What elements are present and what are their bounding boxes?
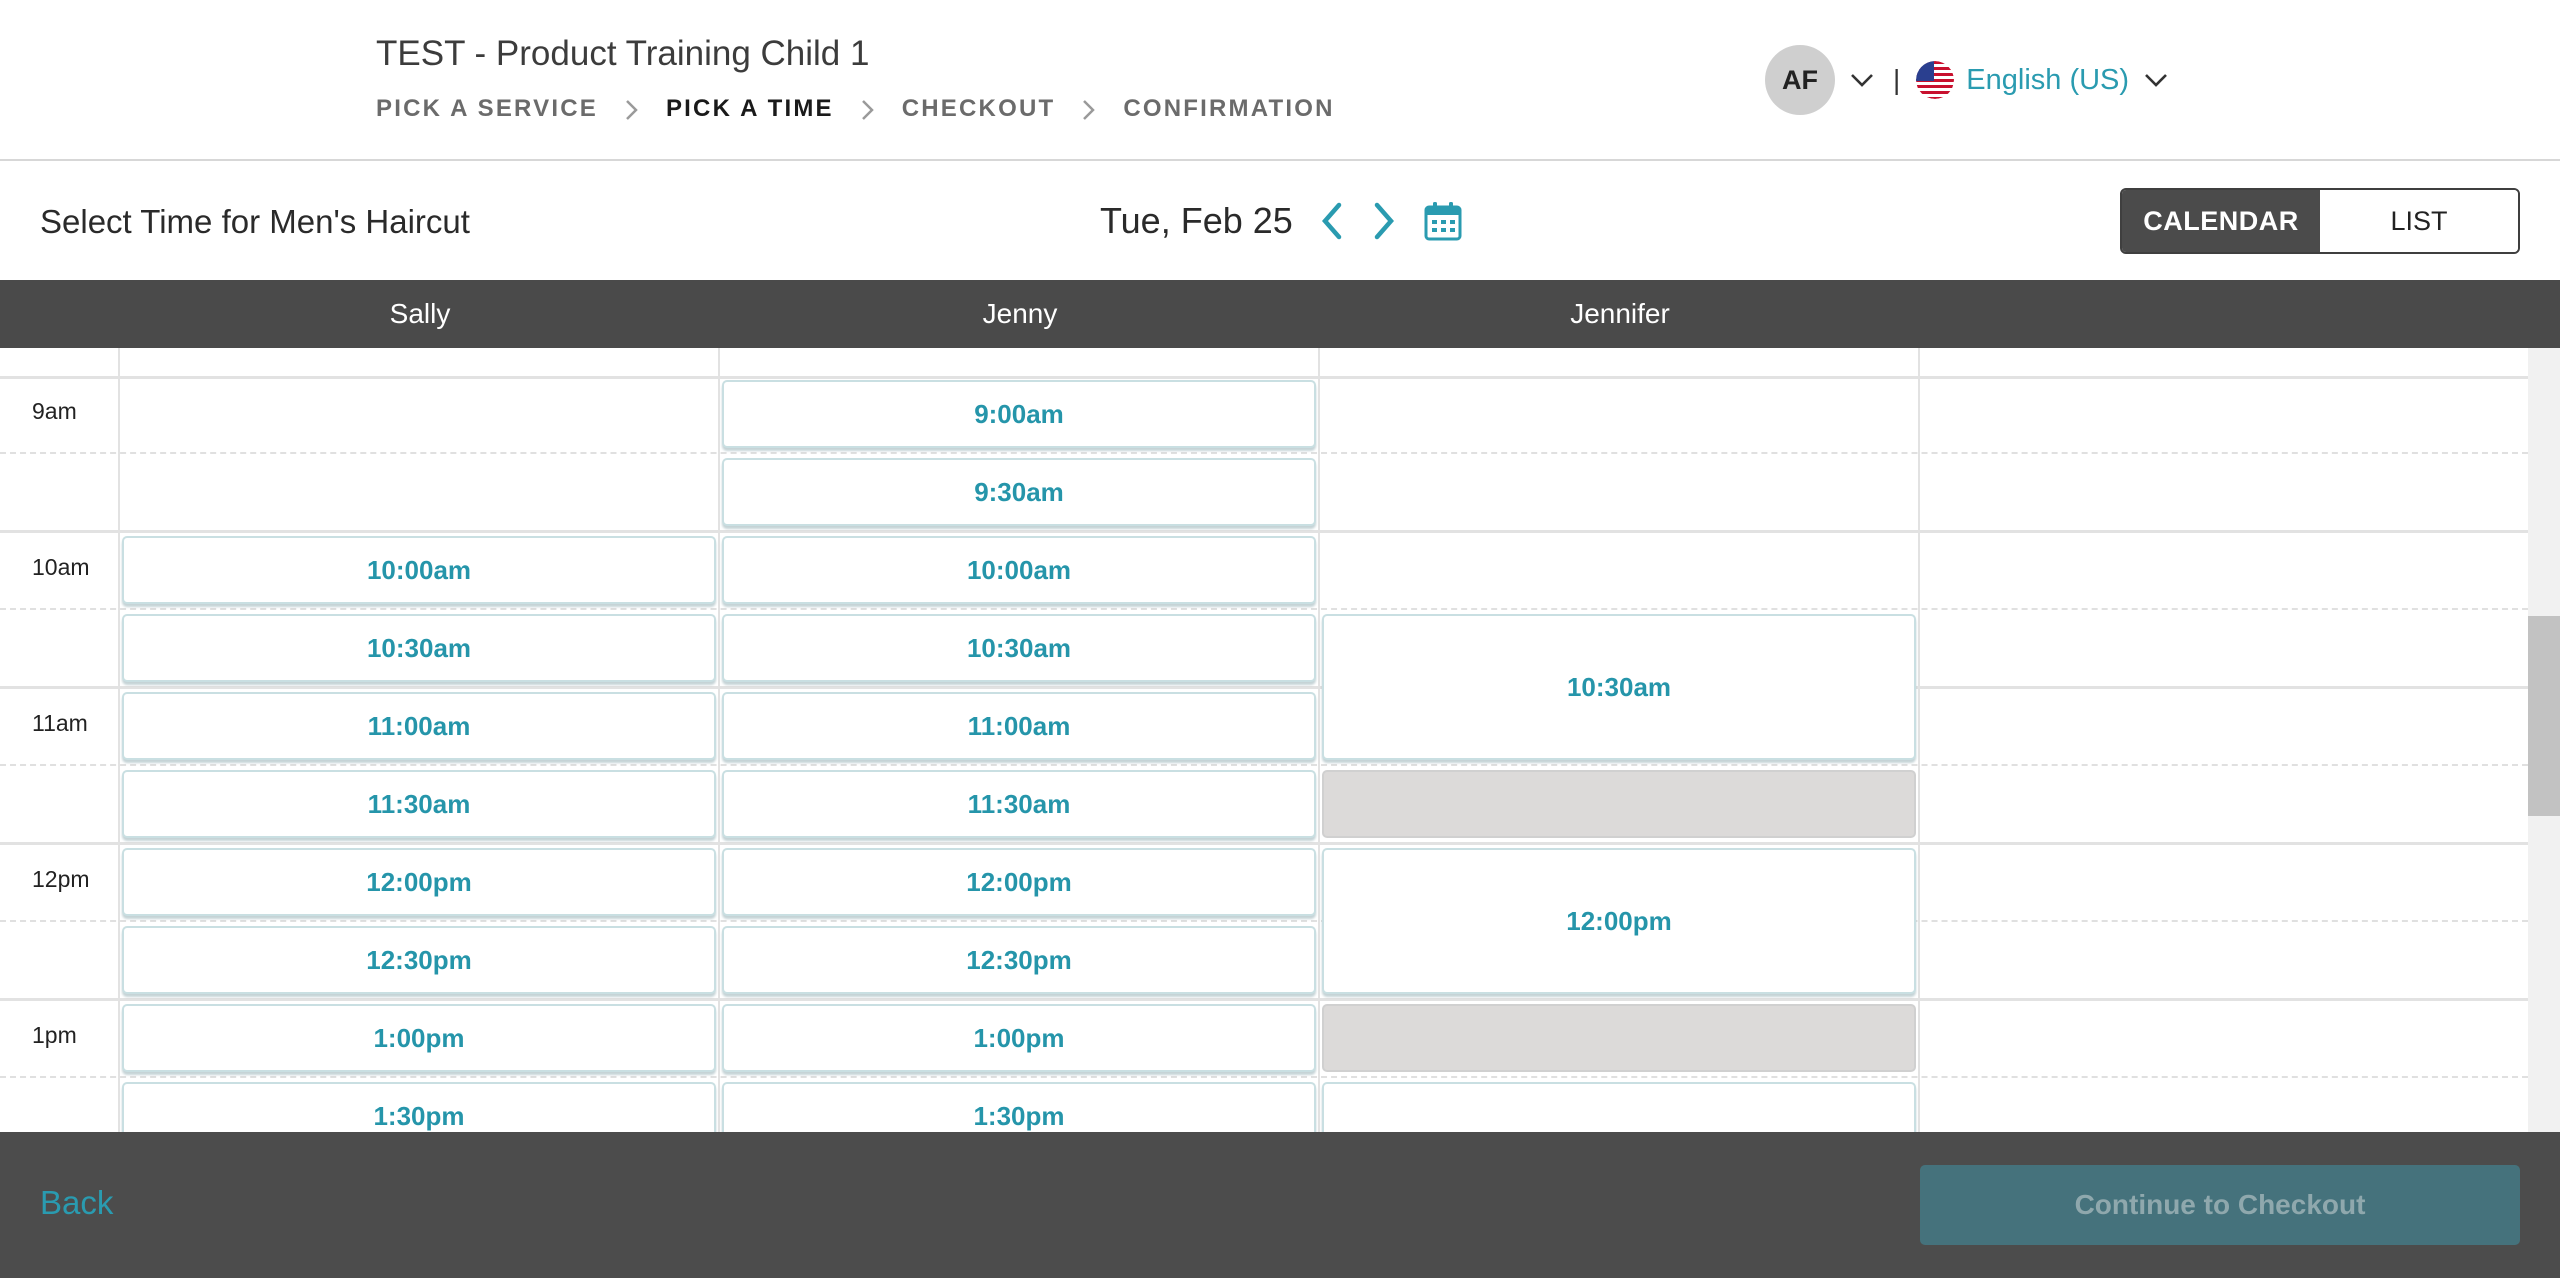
- grid-scrollbar-thumb[interactable]: [2528, 616, 2560, 816]
- date-navigator: Tue, Feb 25: [1100, 199, 1465, 243]
- grid-line: [0, 686, 2528, 689]
- time-slot-jenny[interactable]: 10:30am: [722, 614, 1316, 682]
- grid-line: [0, 920, 2528, 922]
- time-slot-jenny[interactable]: 12:00pm: [722, 848, 1316, 916]
- grid-line: [0, 764, 2528, 766]
- time-slot-jenny[interactable]: 9:30am: [722, 458, 1316, 526]
- staff-column-sally: Sally: [389, 298, 451, 329]
- time-slot-sally[interactable]: 12:00pm: [122, 848, 716, 916]
- grid-line: [0, 608, 2528, 610]
- step-confirmation: CONFIRMATION: [1123, 95, 1335, 122]
- time-slot-jenny[interactable]: 11:00am: [722, 692, 1316, 760]
- language-selector[interactable]: English (US): [1966, 64, 2129, 97]
- unavailable-block: [1322, 1004, 1916, 1072]
- calendar-view-button[interactable]: CALENDAR: [2122, 190, 2320, 252]
- grid-column-line: [1318, 348, 1320, 1132]
- time-grid: 9am 10am 11am 12pm 1pm 10:00am 10:30am 1…: [0, 348, 2528, 1132]
- calendar-icon[interactable]: [1421, 199, 1465, 243]
- chevron-right-icon[interactable]: [1363, 199, 1403, 243]
- hour-label: 1pm: [32, 1022, 77, 1048]
- page-title: Select Time for Men's Haircut: [40, 203, 470, 240]
- step-pick-service[interactable]: PICK A SERVICE: [376, 95, 598, 123]
- grid-line: [0, 530, 2528, 533]
- site-header: TEST - Product Training Child 1 PICK A S…: [0, 0, 2560, 161]
- chevron-right-icon: [834, 95, 902, 123]
- staff-column-jenny: Jenny: [982, 298, 1058, 329]
- grid-line: [0, 998, 2528, 1001]
- hour-label: 11am: [32, 710, 88, 736]
- chevron-down-icon[interactable]: [2143, 67, 2169, 93]
- hour-label: 12pm: [32, 866, 90, 892]
- grid-line: [0, 452, 2528, 454]
- list-view-button[interactable]: LIST: [2320, 190, 2518, 252]
- current-date: Tue, Feb 25: [1100, 200, 1293, 241]
- avatar[interactable]: AF: [1765, 45, 1835, 115]
- footer-bar: Back Continue to Checkout: [0, 1132, 2560, 1278]
- grid-column-line: [1918, 348, 1920, 1132]
- grid-column-line: [718, 348, 720, 1132]
- time-slot-sally[interactable]: 1:00pm: [122, 1004, 716, 1072]
- step-pick-time[interactable]: PICK A TIME: [666, 95, 834, 123]
- back-link[interactable]: Back: [40, 1184, 113, 1222]
- unavailable-block: [1322, 770, 1916, 838]
- staff-header: Sally Jenny Jennifer: [0, 280, 2560, 348]
- chevron-left-icon[interactable]: [1313, 199, 1353, 243]
- time-slot-jenny[interactable]: 12:30pm: [722, 926, 1316, 994]
- time-slot-sally[interactable]: 11:30am: [122, 770, 716, 838]
- user-area: AF | English (US): [1765, 45, 2169, 115]
- step-checkout: CHECKOUT: [901, 95, 1056, 122]
- time-slot-jenny[interactable]: 1:00pm: [722, 1004, 1316, 1072]
- time-slot-jenny[interactable]: 1:30pm: [722, 1082, 1316, 1132]
- grid-line: [0, 842, 2528, 845]
- grid-column-line: [118, 348, 120, 1132]
- grid-line: [0, 376, 2528, 379]
- time-slot-jenny[interactable]: 10:00am: [722, 536, 1316, 604]
- staff-column-jennifer: Jennifer: [1570, 298, 1670, 329]
- hour-label: 9am: [32, 398, 77, 424]
- chevron-down-icon[interactable]: [1849, 67, 1875, 93]
- hour-label: 10am: [32, 554, 90, 580]
- booking-page: TEST - Product Training Child 1 PICK A S…: [0, 0, 2560, 1278]
- time-slot-jennifer[interactable]: 10:30am: [1322, 614, 1916, 760]
- chevron-right-icon: [1055, 95, 1123, 123]
- time-slot-jennifer[interactable]: 12:00pm: [1322, 848, 1916, 994]
- time-slot-sally[interactable]: 1:30pm: [122, 1082, 716, 1132]
- time-slot-sally[interactable]: 11:00am: [122, 692, 716, 760]
- business-title: TEST - Product Training Child 1: [376, 34, 870, 73]
- time-slot-jenny[interactable]: 9:00am: [722, 380, 1316, 448]
- schedule-toolbar: Select Time for Men's Haircut Tue, Feb 2…: [0, 163, 2560, 280]
- time-slot-sally[interactable]: 10:30am: [122, 614, 716, 682]
- header-divider: |: [1893, 64, 1901, 95]
- grid-line: [0, 1076, 2528, 1078]
- continue-to-checkout-button[interactable]: Continue to Checkout: [1920, 1165, 2520, 1245]
- view-toggle: CALENDAR LIST: [2120, 188, 2520, 254]
- time-slot-jennifer-partial[interactable]: [1322, 1082, 1916, 1132]
- us-flag-icon: [1916, 61, 1955, 99]
- time-slot-sally[interactable]: 10:00am: [122, 536, 716, 604]
- chevron-right-icon: [598, 95, 666, 123]
- time-slot-jenny[interactable]: 11:30am: [722, 770, 1316, 838]
- time-slot-sally[interactable]: 12:30pm: [122, 926, 716, 994]
- booking-steps: PICK A SERVICE PICK A TIME CHECKOUT CONF…: [376, 95, 1335, 123]
